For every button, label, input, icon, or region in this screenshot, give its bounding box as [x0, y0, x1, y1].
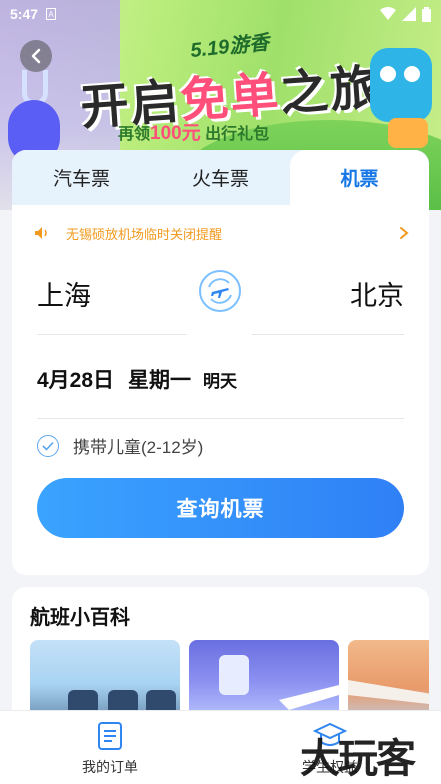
- tab-bus[interactable]: 汽车票: [12, 150, 151, 205]
- chevron-right-icon: [400, 227, 409, 239]
- chevron-left-icon: [31, 48, 41, 64]
- booking-card: 汽车票 火车票 机票 无锡硕放机场临时关闭提醒 上海 北京 4月28日 星期一 …: [12, 150, 429, 575]
- child-label: 携带儿童(2-12岁): [73, 438, 204, 457]
- banner-sub-amount: 100元: [150, 123, 201, 144]
- status-bar: 5:47 A: [0, 0, 441, 28]
- search-flights-button[interactable]: 查询机票: [37, 478, 404, 538]
- notice-text: 无锡硕放机场临时关闭提醒: [66, 226, 223, 242]
- signal-icon: [402, 7, 416, 21]
- status-icons: [380, 6, 431, 22]
- banner-subtitle: 再领100元 出行礼包: [118, 118, 269, 145]
- arrival-city[interactable]: 北京: [350, 274, 404, 313]
- wifi-icon: [380, 7, 396, 20]
- divider: [252, 334, 404, 335]
- article-thumbnail[interactable]: [348, 640, 429, 720]
- article-thumbnail[interactable]: [189, 640, 339, 720]
- status-time: 5:47: [10, 6, 39, 22]
- mascot-body-decor: [388, 118, 428, 148]
- back-button[interactable]: [20, 40, 52, 72]
- airplane-swap-icon: [208, 278, 232, 304]
- tab-flight[interactable]: 机票: [290, 150, 429, 205]
- article-thumbnail[interactable]: [30, 640, 180, 720]
- date-selector[interactable]: 4月28日 星期一 明天: [37, 364, 237, 394]
- speaker-icon: [35, 227, 47, 239]
- notification-icon: A: [46, 8, 57, 20]
- airplane-illustration: [219, 655, 339, 710]
- divider: [37, 334, 187, 335]
- departure-date: 4月28日: [37, 369, 115, 392]
- child-option[interactable]: 携带儿童(2-12岁): [37, 433, 203, 458]
- airplane-wing-illustration: [348, 680, 429, 704]
- tab-train[interactable]: 火车票: [151, 150, 290, 205]
- battery-icon: [422, 6, 431, 22]
- check-icon: [42, 441, 54, 451]
- watermark-logo: 大玩客: [300, 737, 416, 781]
- relative-day: 明天: [203, 372, 238, 391]
- ticket-type-tabs: 汽车票 火车票 机票: [12, 150, 429, 205]
- divider: [37, 418, 404, 419]
- mascot-decor: [370, 48, 432, 122]
- child-checkbox[interactable]: [37, 434, 59, 457]
- banner-title-part-3: 之旅: [278, 61, 382, 122]
- nav-label: 我的订单: [82, 759, 138, 775]
- section-title: 航班小百科: [30, 607, 130, 629]
- departure-weekday: 星期一: [128, 369, 192, 392]
- departure-city[interactable]: 上海: [37, 274, 91, 313]
- nav-my-orders[interactable]: 我的订单: [50, 721, 170, 777]
- airport-notice[interactable]: 无锡硕放机场临时关闭提醒: [34, 220, 409, 246]
- order-list-icon: [98, 722, 122, 750]
- swap-cities-button[interactable]: [199, 270, 241, 312]
- banner-sub-a: 再领: [118, 126, 151, 143]
- banner-sub-c: 出行礼包: [205, 126, 270, 143]
